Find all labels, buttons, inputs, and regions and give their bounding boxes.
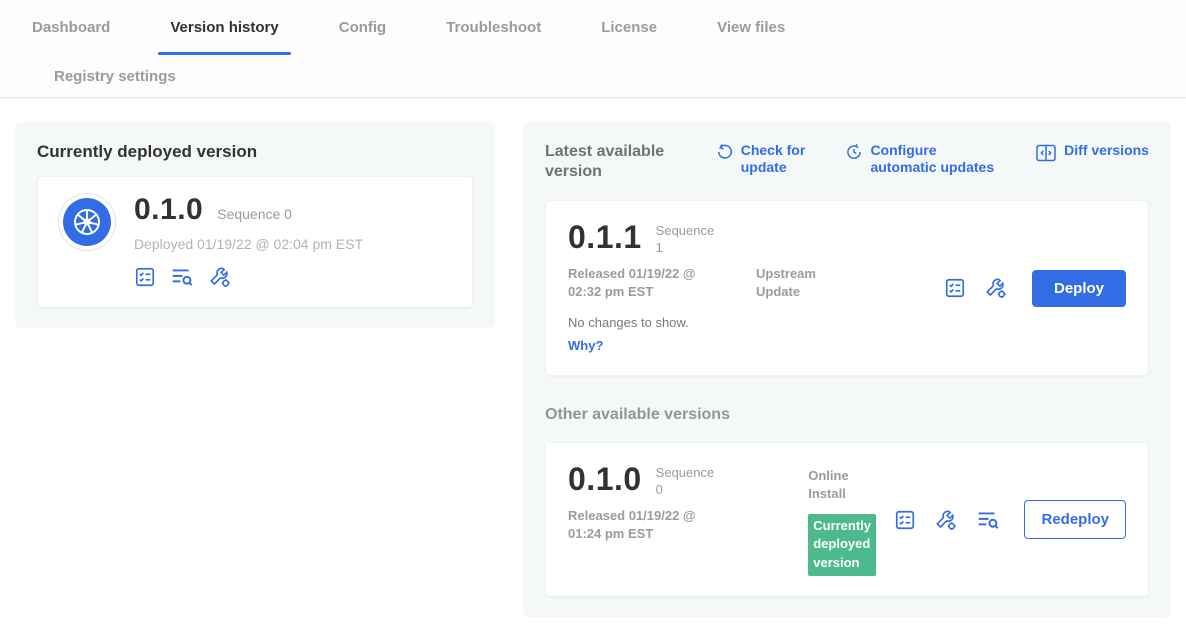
other-meta-row: Released 01/19/22 @ 01:24 pm EST <box>568 507 804 543</box>
diff-versions-label: Diff versions <box>1064 142 1149 159</box>
other-sequence-label: Sequence 0 <box>656 463 722 499</box>
latest-available-panel: Latest available version Check for updat… <box>523 122 1171 617</box>
view-logs-icon[interactable] <box>976 508 1000 532</box>
deployed-actions-row <box>134 265 363 289</box>
latest-sequence-label: Sequence 1 <box>656 221 722 257</box>
main-content: Currently deployed version <box>0 98 1186 640</box>
check-for-update-link[interactable]: Check for update <box>716 142 813 176</box>
other-released-timestamp: Released 01/19/22 @ 01:24 pm EST <box>568 507 726 543</box>
redeploy-button[interactable]: Redeploy <box>1024 500 1126 539</box>
view-logs-icon[interactable] <box>170 265 194 289</box>
tab-dashboard[interactable]: Dashboard <box>28 0 114 55</box>
auto-update-clock-icon <box>845 143 863 161</box>
other-version-card: 0.1.0 Sequence 0 Released 01/19/22 @ 01:… <box>545 442 1149 597</box>
latest-source-label: Upstream Update <box>756 265 846 301</box>
app-logo-ring <box>58 193 116 251</box>
why-link[interactable]: Why? <box>568 338 603 353</box>
tab-version-history[interactable]: Version history <box>166 0 282 55</box>
other-version-row: 0.1.0 Sequence 0 <box>568 463 804 499</box>
check-for-update-label: Check for update <box>741 142 813 176</box>
tab-config[interactable]: Config <box>335 0 390 55</box>
config-icon[interactable] <box>934 508 958 532</box>
deploy-button[interactable]: Deploy <box>1032 270 1126 307</box>
latest-meta-row: Released 01/19/22 @ 02:32 pm EST Upstrea… <box>568 265 944 301</box>
latest-header: Latest available version Check for updat… <box>545 142 1149 182</box>
config-icon[interactable] <box>984 276 1008 300</box>
refresh-arrow-icon <box>716 143 734 161</box>
deployed-version-info: 0.1.0 Sequence 0 Deployed 01/19/22 @ 02:… <box>134 193 363 289</box>
other-source-label: Online Install <box>808 463 870 503</box>
latest-version-row: 0.1.1 Sequence 1 <box>568 221 944 257</box>
tab-registry-settings[interactable]: Registry settings <box>50 68 180 85</box>
release-notes-icon[interactable] <box>944 277 966 299</box>
deployed-version-number: 0.1.0 <box>134 193 203 227</box>
latest-version-card: 0.1.1 Sequence 1 Released 01/19/22 @ 02:… <box>545 200 1149 376</box>
deployed-version-row: 0.1.0 Sequence 0 <box>134 193 363 227</box>
latest-available-title: Latest available version <box>545 142 683 182</box>
tab-view-files[interactable]: View files <box>713 0 789 55</box>
release-notes-icon[interactable] <box>134 266 156 288</box>
no-changes-text: No changes to show. <box>568 315 944 330</box>
currently-deployed-badge: Currently deployed version <box>808 514 876 577</box>
other-version-info: 0.1.0 Sequence 0 Released 01/19/22 @ 01:… <box>568 463 804 543</box>
top-navigation: Dashboard Version history Config Trouble… <box>0 0 1186 98</box>
currently-deployed-title: Currently deployed version <box>37 142 473 162</box>
latest-released-timestamp: Released 01/19/22 @ 02:32 pm EST <box>568 265 726 301</box>
deployed-version-card: 0.1.0 Sequence 0 Deployed 01/19/22 @ 02:… <box>37 176 473 308</box>
kubernetes-logo-icon <box>63 198 111 246</box>
other-source-column: Online Install Currently deployed versio… <box>808 463 894 576</box>
configure-automatic-updates-link[interactable]: Configure automatic updates <box>845 142 1002 176</box>
other-card-actions: Redeploy <box>894 500 1126 539</box>
config-icon[interactable] <box>208 265 232 289</box>
nav-row-secondary: Registry settings <box>0 55 1186 97</box>
currently-deployed-panel: Currently deployed version <box>15 122 495 328</box>
tab-troubleshoot[interactable]: Troubleshoot <box>442 0 545 55</box>
nav-row-primary: Dashboard Version history Config Trouble… <box>0 0 1186 55</box>
diff-versions-link[interactable]: Diff versions <box>1035 142 1149 163</box>
deployed-timestamp: Deployed 01/19/22 @ 02:04 pm EST <box>134 236 363 252</box>
configure-automatic-updates-label: Configure automatic updates <box>870 142 1002 176</box>
other-available-versions-heading: Other available versions <box>545 406 1149 424</box>
release-notes-icon[interactable] <box>894 509 916 531</box>
latest-card-actions: Deploy <box>944 270 1126 307</box>
latest-version-number: 0.1.1 <box>568 221 642 253</box>
latest-version-info: 0.1.1 Sequence 1 Released 01/19/22 @ 02:… <box>568 221 944 355</box>
other-version-number: 0.1.0 <box>568 463 642 495</box>
deployed-sequence-label: Sequence 0 <box>217 206 292 222</box>
tab-license[interactable]: License <box>597 0 661 55</box>
diff-icon <box>1035 143 1057 163</box>
